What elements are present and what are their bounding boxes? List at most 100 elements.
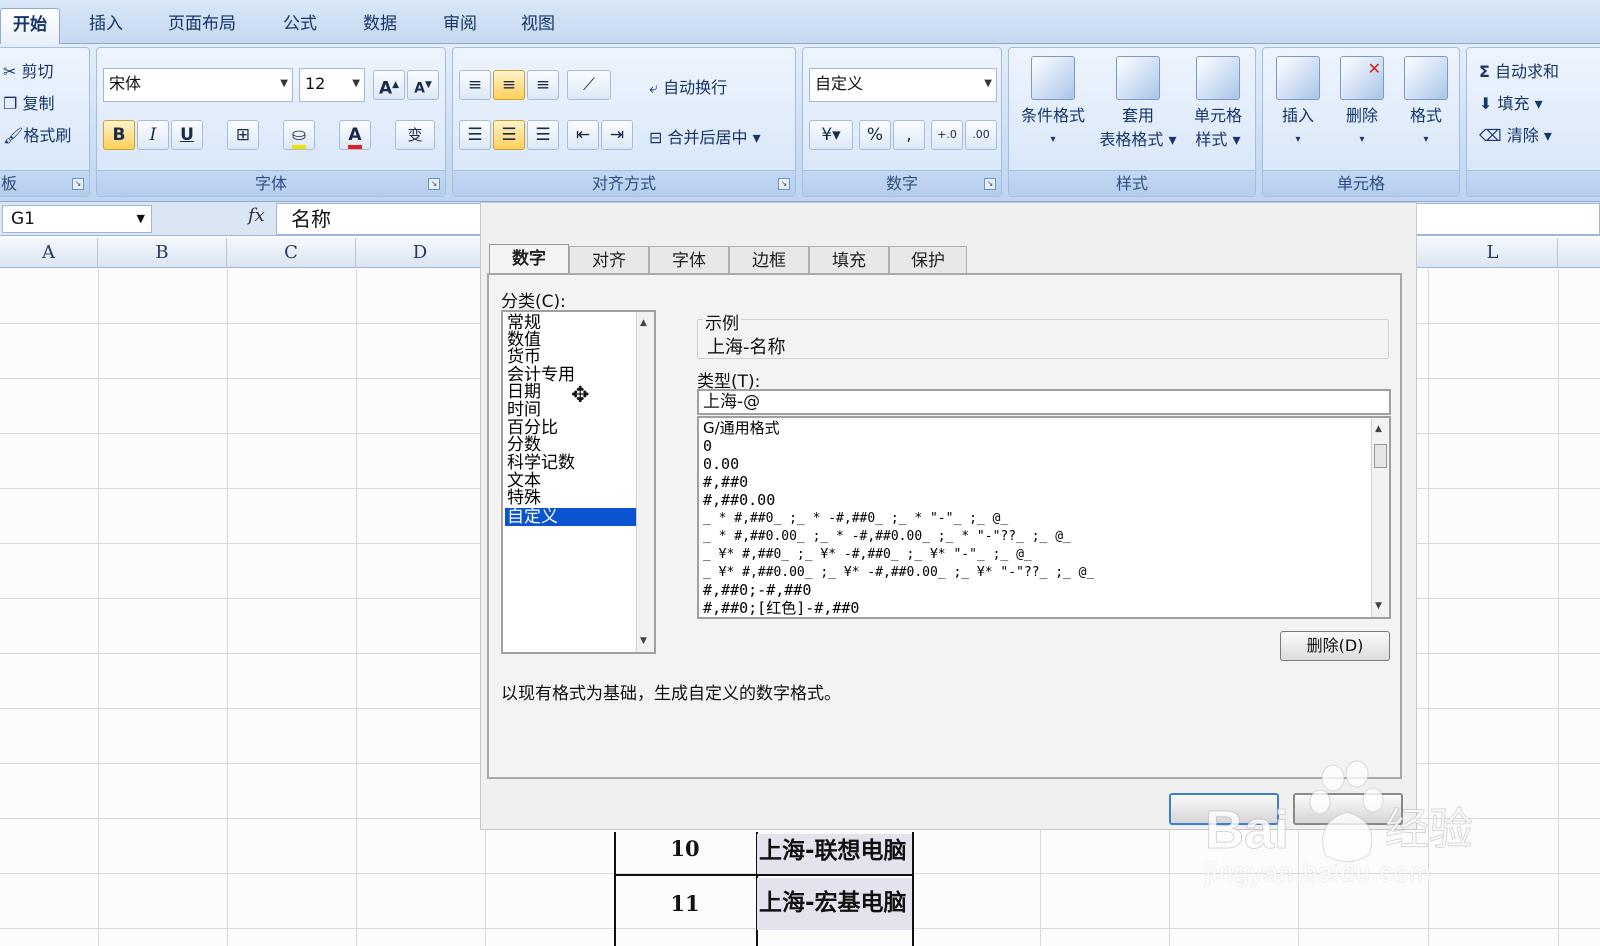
autosum-button[interactable]: Σ 自动求和 xyxy=(1479,58,1559,82)
type-list-scrollbar[interactable]: ▲ ▼ xyxy=(1371,418,1389,617)
orientation-icon[interactable]: ⟋ xyxy=(567,70,611,100)
column-header-b[interactable]: B xyxy=(98,238,227,268)
cell-styles-icon xyxy=(1196,56,1240,100)
row-number-cell[interactable]: 11 xyxy=(616,891,754,916)
wrap-text-button[interactable]: ⤶ 自动换行 xyxy=(649,74,727,98)
list-item[interactable]: #,##0;-#,##0 xyxy=(703,582,811,599)
type-list[interactable]: G/通用格式 0 0.00 #,##0 #,##0.00 _ * #,##0_ … xyxy=(697,416,1391,619)
dialog-launcher-icon[interactable]: ↘ xyxy=(984,178,996,190)
tab-alignment[interactable]: 对齐 xyxy=(569,246,649,276)
scroll-down-icon[interactable]: ▼ xyxy=(1375,601,1382,611)
dialog-launcher-icon[interactable]: ↘ xyxy=(72,178,84,190)
type-input[interactable]: 上海-@ xyxy=(697,389,1391,415)
delete-cells-button[interactable]: ✕ 删除 ▾ xyxy=(1331,56,1393,152)
cell-styles-button[interactable]: 单元格 样式 ▾ xyxy=(1183,56,1253,152)
format-as-table-button[interactable]: 套用 表格格式 ▾ xyxy=(1095,56,1181,152)
font-name-dropdown[interactable]: 宋体 ▼ xyxy=(103,68,293,102)
merge-center-button[interactable]: ⊟ 合并后居中 ▾ xyxy=(649,124,761,148)
shrink-font-button[interactable]: A▼ xyxy=(407,70,439,100)
number-format-dropdown[interactable]: 自定义 ▼ xyxy=(809,68,997,102)
ok-button[interactable] xyxy=(1169,793,1279,825)
gridline xyxy=(98,269,99,946)
percent-button[interactable]: % xyxy=(859,120,891,150)
list-item[interactable]: #,##0;[红色]-#,##0 xyxy=(703,600,859,617)
category-list[interactable]: 常规 数值 货币 会计专用 日期 时间 百分比 分数 科学记数 文本 特殊 自定… xyxy=(501,310,656,654)
name-cell[interactable]: 上海-联想电脑 xyxy=(757,834,912,874)
align-left-icon[interactable]: ☰ xyxy=(459,120,491,150)
tab-view[interactable]: 视图 xyxy=(508,8,568,44)
list-item[interactable]: #,##0 xyxy=(703,474,748,491)
tab-font[interactable]: 字体 xyxy=(649,246,729,276)
scroll-up-icon[interactable]: ▲ xyxy=(1375,424,1382,434)
list-item[interactable]: 货币 xyxy=(505,348,638,366)
column-header-a[interactable]: A xyxy=(0,238,98,268)
column-header-c[interactable]: C xyxy=(227,238,356,268)
column-header-d[interactable]: D xyxy=(356,238,485,268)
decrease-decimal-button[interactable]: .00 xyxy=(965,120,997,150)
scroll-up-icon[interactable]: ▲ xyxy=(640,318,647,328)
list-item-selected[interactable]: 自定义 xyxy=(505,508,638,526)
list-item[interactable]: 0 xyxy=(703,438,712,455)
format-cells-button[interactable]: 格式 ▾ xyxy=(1395,56,1457,152)
currency-format-icon[interactable]: ¥▾ xyxy=(809,120,853,150)
cancel-button[interactable] xyxy=(1293,793,1403,825)
tab-data[interactable]: 数据 xyxy=(350,8,410,44)
insert-function-icon[interactable]: fx xyxy=(248,205,265,226)
scroll-thumb[interactable] xyxy=(1374,444,1387,468)
list-item[interactable]: _ ¥* #,##0.00_ ;_ ¥* -#,##0.00_ ;_ ¥* "-… xyxy=(703,564,1094,581)
tab-home[interactable]: 开始 xyxy=(0,8,60,45)
increase-indent-icon[interactable]: ⇥ xyxy=(601,120,633,150)
fill-color-button[interactable]: ⛀ xyxy=(283,120,315,150)
tab-protection[interactable]: 保护 xyxy=(889,246,967,276)
fill-button[interactable]: ⬇ 填充 ▾ xyxy=(1479,90,1543,114)
dialog-launcher-icon[interactable]: ↘ xyxy=(428,178,440,190)
dialog-launcher-icon[interactable]: ↘ xyxy=(778,178,790,190)
list-item[interactable]: _ * #,##0.00_ ;_ * -#,##0.00_ ;_ * "-"??… xyxy=(703,528,1071,545)
list-item[interactable]: #,##0.00 xyxy=(703,492,775,509)
list-item[interactable]: 分数 xyxy=(505,436,638,454)
grow-font-button[interactable]: A▲ xyxy=(373,70,405,100)
tab-review[interactable]: 审阅 xyxy=(430,8,490,44)
insert-cells-button[interactable]: 插入 ▾ xyxy=(1267,56,1329,152)
row-number-cell[interactable]: 10 xyxy=(616,836,754,861)
list-item[interactable]: G/通用格式 xyxy=(703,420,780,437)
column-header-l[interactable]: L xyxy=(1428,238,1558,268)
clear-button[interactable]: ⌫ 清除 ▾ xyxy=(1479,122,1552,146)
name-cell[interactable]: 上海-宏基电脑 xyxy=(757,878,912,930)
tab-fill[interactable]: 填充 xyxy=(809,246,889,276)
cut-button[interactable]: ✂ 剪切 xyxy=(3,58,54,82)
scroll-down-icon[interactable]: ▼ xyxy=(640,636,647,646)
list-item[interactable]: _ * #,##0_ ;_ * -#,##0_ ;_ * "-"_ ;_ @_ xyxy=(703,510,1008,527)
font-color-button[interactable]: A xyxy=(339,120,371,150)
format-painter-button[interactable]: 🖌格式刷 xyxy=(3,122,71,146)
list-item[interactable]: 0.00 xyxy=(703,456,739,473)
border-button[interactable]: ⊞ xyxy=(227,120,259,150)
bold-button[interactable]: B xyxy=(103,120,135,150)
align-right-icon[interactable]: ☰ xyxy=(527,120,559,150)
tab-page-layout[interactable]: 页面布局 xyxy=(156,8,248,44)
tab-border[interactable]: 边框 xyxy=(729,246,809,276)
delete-format-button[interactable]: 删除(D) xyxy=(1280,631,1390,661)
increase-decimal-button[interactable]: +.0 xyxy=(931,120,963,150)
comma-style-button[interactable]: , xyxy=(893,120,925,150)
decrease-indent-icon[interactable]: ⇤ xyxy=(567,120,599,150)
font-size-dropdown[interactable]: 12 ▼ xyxy=(299,68,365,102)
category-scrollbar[interactable]: ▲ ▼ xyxy=(636,312,654,652)
gridline xyxy=(356,269,357,946)
align-bottom-icon[interactable]: ≡ xyxy=(527,70,559,100)
phonetic-button[interactable]: 变 xyxy=(395,120,435,150)
list-item[interactable]: _ ¥* #,##0_ ;_ ¥* -#,##0_ ;_ ¥* "-"_ ;_ … xyxy=(703,546,1032,563)
tab-insert[interactable]: 插入 xyxy=(76,8,136,44)
align-top-icon[interactable]: ≡ xyxy=(459,70,491,100)
underline-button[interactable]: U xyxy=(171,120,203,150)
name-box[interactable]: G1 ▼ xyxy=(2,205,152,233)
align-center-icon[interactable]: ☰ xyxy=(493,120,525,150)
tab-formulas[interactable]: 公式 xyxy=(268,8,332,44)
align-middle-icon[interactable]: ≡ xyxy=(493,70,525,100)
list-item[interactable]: 科学记数 xyxy=(505,454,638,472)
italic-button[interactable]: I xyxy=(137,120,169,150)
tab-number[interactable]: 数字 xyxy=(489,244,569,276)
conditional-format-button[interactable]: 条件格式 ▾ xyxy=(1015,56,1091,152)
copy-button[interactable]: ❐ 复制 xyxy=(3,90,54,114)
list-item[interactable]: 特殊 xyxy=(505,489,638,507)
